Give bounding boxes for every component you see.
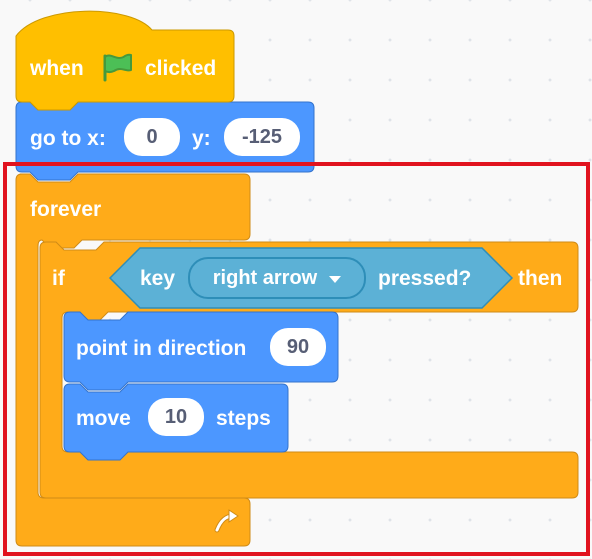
y-value-input[interactable]: -125	[224, 118, 300, 156]
y-label: y:	[192, 127, 211, 150]
clicked-label: clicked	[145, 57, 217, 80]
highlight-box	[3, 162, 590, 556]
x-value-input[interactable]: 0	[124, 118, 180, 156]
when-label: when	[30, 57, 84, 80]
go-to-x-label: go to x:	[30, 127, 106, 150]
